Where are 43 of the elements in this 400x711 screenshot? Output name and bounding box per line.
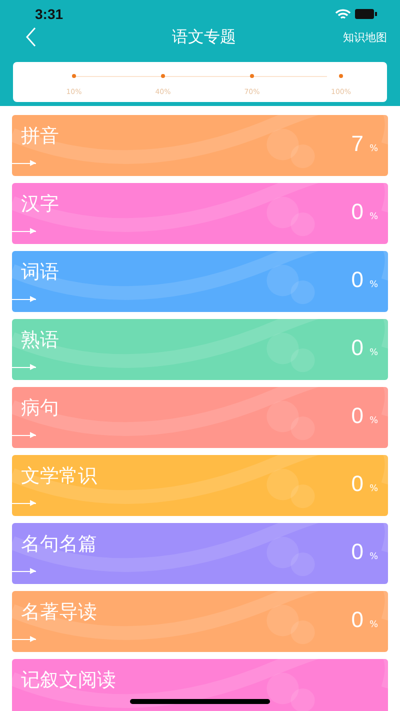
battery-icon	[355, 9, 377, 19]
topic-name: 病句	[21, 396, 59, 420]
topic-name: 名句名篇	[21, 532, 97, 556]
topic-card[interactable]: 汉字 0 %	[12, 183, 388, 244]
progress-percent: 0	[351, 199, 364, 225]
topic-card[interactable]: 记叙文阅读	[12, 659, 388, 711]
topic-name: 词语	[21, 260, 59, 284]
milestone-dot	[250, 74, 254, 78]
topic-name: 文学常识	[21, 464, 97, 488]
topic-name: 记叙文阅读	[21, 668, 116, 692]
percent-sign: %	[369, 620, 378, 630]
percent-sign: %	[369, 348, 378, 358]
status-time: 3:31	[35, 6, 64, 22]
topic-card[interactable]: 拼音 7 %	[12, 115, 388, 176]
milestone-dot	[339, 74, 343, 78]
percent-sign: %	[369, 144, 378, 154]
topic-card[interactable]: 名句名篇 0 %	[12, 523, 388, 584]
milestone-dot	[161, 74, 165, 78]
page-title: 语文专题	[172, 26, 236, 48]
topic-name: 名著导读	[21, 600, 97, 624]
progress-percent: 0	[351, 471, 364, 497]
progress-percent: 0	[351, 335, 364, 361]
percent-sign: %	[369, 484, 378, 494]
progress-percent: 0	[351, 607, 364, 633]
progress-percent: 7	[351, 131, 364, 157]
topic-name: 汉字	[21, 192, 59, 216]
topic-card[interactable]: 名著导读 0 %	[12, 591, 388, 652]
topic-card[interactable]: 病句 0 %	[12, 387, 388, 448]
progress-percent: 0	[351, 403, 364, 429]
progress-percent: 0	[351, 539, 364, 565]
topic-card[interactable]: 熟语 0 %	[12, 319, 388, 380]
topic-name: 熟语	[21, 328, 59, 352]
percent-sign: %	[369, 552, 378, 562]
wifi-icon	[335, 8, 351, 20]
percent-sign: %	[369, 212, 378, 222]
percent-sign: %	[369, 416, 378, 426]
topic-card[interactable]: 文学常识 0 %	[12, 455, 388, 516]
progress-percent: 0	[351, 267, 364, 293]
milestone-dot	[72, 74, 76, 78]
percent-sign: %	[369, 280, 378, 290]
topic-card[interactable]: 词语 0 %	[12, 251, 388, 312]
topic-name: 拼音	[21, 124, 59, 148]
knowledge-map-link[interactable]: 知识地图	[343, 30, 387, 44]
